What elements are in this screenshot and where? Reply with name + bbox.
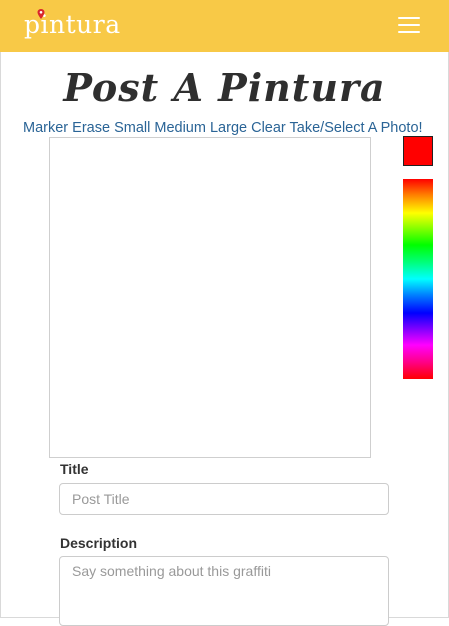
page-title: Post A Pintura [63,65,386,110]
hamburger-bar [398,24,420,26]
clear-link[interactable]: Clear [251,120,286,136]
description-label: Description [60,535,138,551]
color-spectrum-picker[interactable] [403,179,433,379]
description-textarea[interactable] [59,556,389,626]
drawing-canvas[interactable] [49,137,371,458]
hamburger-bar [398,17,420,19]
erase-link[interactable]: Erase [72,120,110,136]
hamburger-icon[interactable] [398,17,422,34]
marker-link[interactable]: Marker [23,120,68,136]
drawing-toolbar: Marker Erase Small Medium Large Clear Ta… [23,119,443,137]
selected-color-swatch[interactable] [403,136,433,166]
take-photo-link[interactable]: Take/Select A Photo! [290,120,423,136]
large-link[interactable]: Large [210,120,247,136]
navbar: pintura [0,0,449,52]
medium-link[interactable]: Medium [154,120,206,136]
hamburger-bar [398,31,420,33]
small-link[interactable]: Small [114,120,150,136]
title-label: Title [60,461,89,477]
brand-logo[interactable]: pintura [24,7,121,43]
map-pin-icon [37,9,45,19]
title-input[interactable] [59,483,389,515]
